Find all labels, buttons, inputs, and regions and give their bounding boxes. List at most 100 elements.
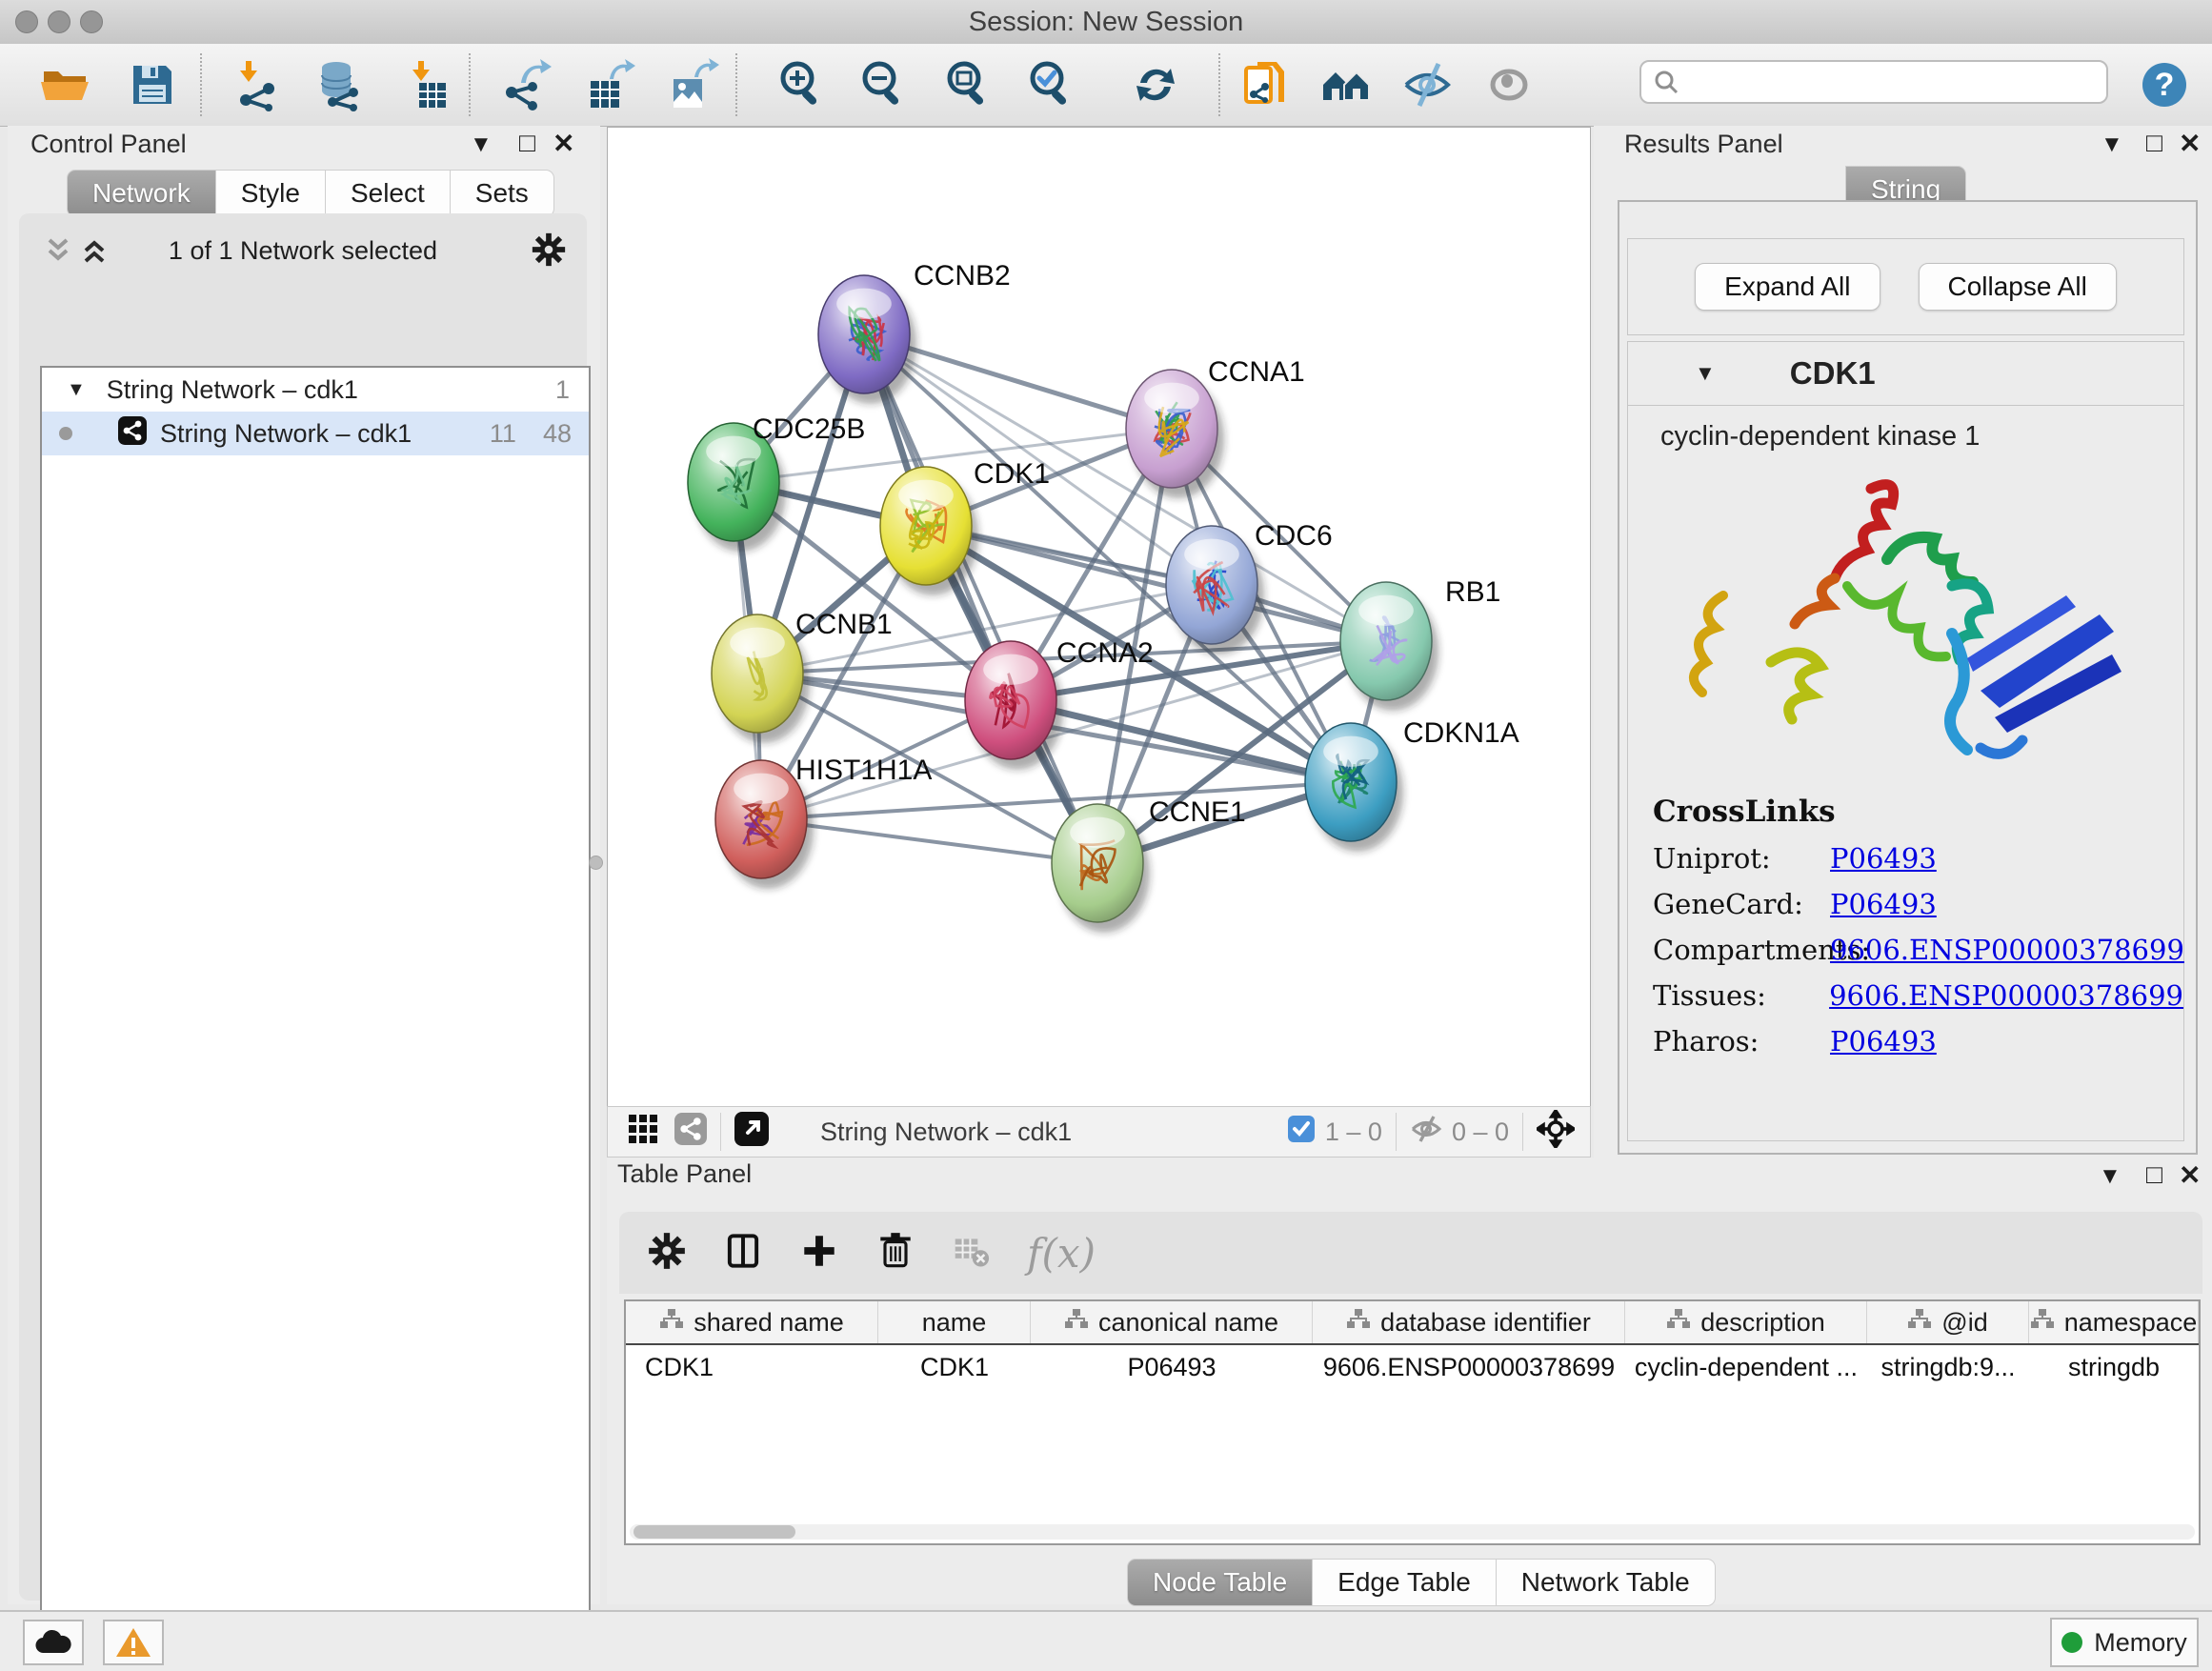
table-horizontal-scrollbar[interactable] — [630, 1524, 2195, 1540]
hidden-counts: 0 – 0 — [1452, 1117, 1509, 1147]
gene-collapse-icon[interactable]: ▼ — [1695, 361, 1716, 386]
zoom-selected-button[interactable] — [1020, 53, 1081, 116]
node-cdk1[interactable]: CDK1 — [880, 458, 1050, 595]
collapse-all-button[interactable]: Collapse All — [1919, 263, 2117, 311]
tab-network-table[interactable]: Network Table — [1497, 1559, 1716, 1606]
table-cell[interactable]: cyclin-dependent ... — [1625, 1345, 1867, 1389]
tab-edge-table[interactable]: Edge Table — [1313, 1559, 1497, 1606]
selected-checkbox-icon[interactable] — [1287, 1115, 1316, 1150]
export-image-button[interactable] — [662, 53, 723, 116]
node-hist1h1a[interactable]: HIST1H1A — [715, 755, 932, 889]
control-panel-menu-icon[interactable]: ▼ — [470, 131, 493, 158]
export-table-button[interactable] — [579, 53, 640, 116]
birdseye-grid-icon[interactable] — [627, 1113, 659, 1152]
tab-select[interactable]: Select — [326, 170, 451, 217]
node-ccne1[interactable]: CCNE1 — [1052, 796, 1246, 933]
results-panel-float-icon[interactable]: □ — [2146, 128, 2162, 158]
open-session-button[interactable] — [34, 53, 95, 116]
show-columns-icon[interactable] — [722, 1230, 764, 1277]
scrollbar-thumb[interactable] — [633, 1525, 795, 1539]
export-network-button[interactable] — [496, 53, 557, 116]
network-edge-count: 48 — [543, 419, 572, 449]
pan-crosshair-icon[interactable] — [1537, 1110, 1575, 1155]
node-ccnb1[interactable]: CCNB1 — [712, 609, 893, 743]
tab-network[interactable]: Network — [67, 170, 216, 217]
tab-style[interactable]: Style — [216, 170, 326, 217]
node-cdc25b[interactable]: CDC25B — [688, 413, 865, 552]
results-panel-menu-icon[interactable]: ▼ — [2101, 131, 2123, 158]
network-options-gear-icon[interactable] — [530, 231, 568, 273]
column-header-database-identifier[interactable]: database identifier — [1313, 1301, 1625, 1343]
table-cell[interactable]: stringdb — [2029, 1345, 2199, 1389]
show-all-button[interactable] — [1478, 53, 1539, 116]
node-label-cdkn1a: CDKN1A — [1403, 717, 1519, 749]
network-type-share-icon[interactable] — [674, 1113, 707, 1152]
table-panel-float-icon[interactable]: □ — [2146, 1159, 2162, 1190]
delete-table-icon[interactable] — [951, 1230, 993, 1277]
gene-section-header[interactable]: ▼ CDK1 — [1628, 342, 2183, 406]
cloud-status-button[interactable] — [23, 1620, 84, 1665]
warning-icon — [114, 1626, 152, 1659]
collection-expand-icon[interactable]: ▼ — [67, 379, 86, 401]
network-canvas[interactable]: CCNB2CCNA1CDC25BCDK1CDC6RB1CCNB1CCNA2CDK… — [607, 127, 1591, 1107]
table-row[interactable]: CDK1CDK1P064939606.ENSP00000378699cyclin… — [626, 1345, 2199, 1389]
node-ccna1[interactable]: CCNA1 — [1126, 356, 1305, 498]
separator — [1396, 1113, 1397, 1151]
eye-icon — [1482, 58, 1536, 111]
column-label: @id — [1941, 1308, 1987, 1338]
crosslink-compartments--link[interactable]: 9606.ENSP00000378699 — [1830, 934, 2184, 966]
string-home-button[interactable] — [1316, 53, 1377, 116]
table-panel-close-icon[interactable]: ✕ — [2179, 1159, 2201, 1191]
search-input[interactable] — [1639, 60, 2108, 104]
crosslink-genecard--link[interactable]: P06493 — [1830, 888, 1937, 920]
crosslink-uniprot--link[interactable]: P06493 — [1830, 842, 1937, 875]
new-network-from-selection-button[interactable] — [1237, 53, 1297, 116]
open-in-window-icon[interactable] — [734, 1112, 769, 1153]
tab-node-table[interactable]: Node Table — [1127, 1559, 1313, 1606]
refresh-view-button[interactable] — [1125, 53, 1186, 116]
save-session-button[interactable] — [122, 53, 183, 116]
results-panel-close-icon[interactable]: ✕ — [2179, 128, 2201, 159]
window-title: Session: New Session — [0, 0, 2212, 44]
export-network-icon — [500, 58, 553, 111]
delete-column-trash-icon[interactable] — [875, 1230, 916, 1277]
table-cell[interactable]: stringdb:9... — [1867, 1345, 2029, 1389]
crosslink-tissues--link[interactable]: 9606.ENSP00000378699 — [1829, 979, 2183, 1012]
column-header-description[interactable]: description — [1625, 1301, 1867, 1343]
node-rb1[interactable]: RB1 — [1340, 576, 1500, 711]
table-cell[interactable]: CDK1 — [878, 1345, 1031, 1389]
node-cdkn1a[interactable]: CDKN1A — [1305, 717, 1519, 852]
memory-button[interactable]: Memory — [2050, 1618, 2199, 1667]
column-header-name[interactable]: name — [878, 1301, 1031, 1343]
node-cdc6[interactable]: CDC6 — [1166, 520, 1333, 654]
table-cell[interactable]: 9606.ENSP00000378699 — [1313, 1345, 1625, 1389]
zoom-in-button[interactable] — [771, 53, 832, 116]
zoom-fit-button[interactable] — [937, 53, 998, 116]
function-builder-button[interactable]: f(x) — [1027, 1230, 1096, 1277]
hidden-eye-slash-icon[interactable] — [1410, 1115, 1442, 1150]
table-options-gear-icon[interactable] — [646, 1230, 688, 1277]
control-panel-close-icon[interactable]: ✕ — [553, 128, 574, 159]
column-header-shared-name[interactable]: shared name — [626, 1301, 878, 1343]
network-row-selected[interactable]: String Network – cdk1 11 48 — [42, 412, 589, 455]
hide-selected-button[interactable] — [1397, 53, 1458, 116]
table-cell[interactable]: P06493 — [1031, 1345, 1313, 1389]
create-column-plus-icon[interactable] — [798, 1230, 840, 1277]
column-header--id[interactable]: @id — [1867, 1301, 2029, 1343]
import-table-file-button[interactable] — [396, 53, 457, 116]
tab-sets[interactable]: Sets — [451, 170, 554, 217]
import-network-database-button[interactable] — [308, 53, 369, 116]
table-cell[interactable]: CDK1 — [626, 1345, 878, 1389]
warning-status-button[interactable] — [103, 1620, 164, 1665]
network-collection-row[interactable]: ▼ String Network – cdk1 1 — [42, 368, 589, 412]
zoom-out-button[interactable] — [853, 53, 914, 116]
table-panel-menu-icon[interactable]: ▼ — [2099, 1163, 2122, 1190]
crosslink-pharos--link[interactable]: P06493 — [1830, 1025, 1937, 1057]
column-header-namespace[interactable]: namespace — [2029, 1301, 2199, 1343]
control-panel-float-icon[interactable]: □ — [519, 128, 535, 158]
column-header-canonical-name[interactable]: canonical name — [1031, 1301, 1313, 1343]
expand-all-button[interactable]: Expand All — [1695, 263, 1880, 311]
help-button[interactable]: ? — [2134, 53, 2195, 116]
left-splitter-handle[interactable] — [589, 856, 603, 870]
import-network-file-button[interactable] — [229, 53, 290, 116]
